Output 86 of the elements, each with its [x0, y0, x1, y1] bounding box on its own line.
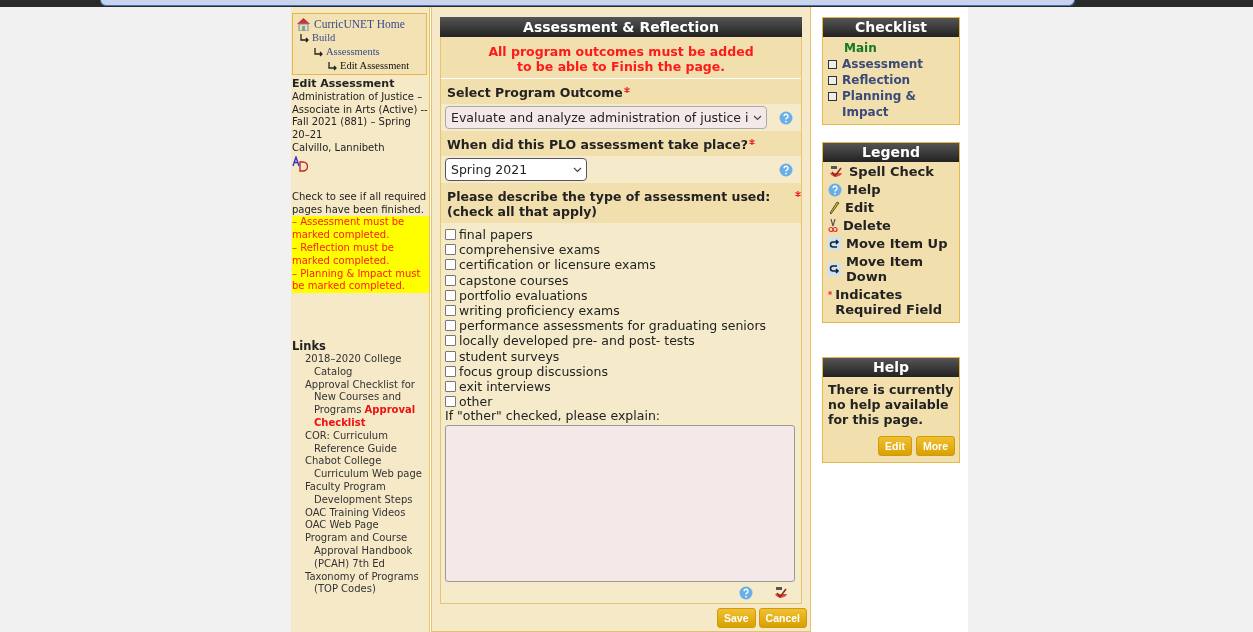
field-label: Select Program Outcome [447, 85, 623, 100]
sidebar-link[interactable]: 2018–2020 College Catalog [291, 352, 429, 379]
sidebar-link[interactable]: Approval Checklist for New Courses and Programs Approval Checklist [291, 378, 429, 430]
program-details: Administration of Justice – Associate in Arts (Active) -- Fall 2021 (881) – Spring 20–21 [291, 90, 429, 142]
legend-text: Indicates Required Field [835, 287, 943, 317]
spell-check-icon [828, 164, 844, 179]
help-icon [779, 110, 793, 125]
dropdown-field[interactable]: Spring 2021 [445, 158, 587, 181]
checkbox[interactable] [445, 380, 456, 392]
help-icon [779, 162, 793, 177]
breadcrumb-link[interactable]: Edit Assessment [340, 59, 410, 73]
checklist-item[interactable]: Planning & Impact [842, 88, 955, 120]
option-label: capstone courses [459, 272, 569, 288]
checkbox[interactable] [445, 289, 456, 301]
sidebar-link[interactable]: Faculty Program Development Steps [291, 480, 429, 507]
card-header: Help [823, 358, 959, 377]
sidebar-link[interactable]: OAC Web Page [291, 519, 429, 533]
legend-text: Edit [845, 200, 874, 215]
panel-header: Assessment & Reflection [440, 17, 802, 37]
legend-text: Move Item Up [846, 236, 948, 251]
checkbox[interactable] [445, 365, 456, 377]
checkbox[interactable] [445, 320, 456, 332]
option-label: performance assessments for graduating seniors [459, 318, 767, 334]
spell-check-icon [773, 586, 789, 601]
sidebar-link[interactable]: Taxonomy of Programs (TOP Codes) [291, 570, 429, 597]
warning-text: – Planning & Impact must be marked completed. [292, 267, 429, 294]
check-note: Check to see if all required pages have been finished. [291, 190, 428, 217]
text-format-icon [292, 155, 308, 172]
field-label: If "other" checked, please explain: [445, 409, 662, 424]
breadcrumb-link[interactable]: Build [312, 31, 336, 45]
links-heading: Links [291, 340, 327, 353]
breadcrumb-link[interactable]: Assessments [326, 45, 380, 59]
field-label: Please describe the type of assessment used: (check all that apply) [447, 189, 772, 219]
dropdown-field[interactable]: Evaluate and analyze administration of justice i [445, 106, 767, 129]
option-label: other [459, 394, 493, 410]
sidebar-link[interactable]: Program and Course Approval Handbook (PCAH) 7th Ed [291, 532, 429, 571]
card-header: Checklist [823, 18, 959, 37]
option-label: writing proficiency exams [459, 303, 620, 319]
scissors-icon [828, 218, 838, 233]
legend-text: Help [847, 182, 881, 197]
chevron-down-icon [752, 114, 762, 121]
corner-arrow-icon [328, 61, 337, 71]
sidebar-link[interactable]: OAC Training Videos [291, 506, 429, 520]
move-up-icon [828, 237, 841, 250]
breadcrumb-link[interactable]: CurricUNET Home [314, 17, 405, 31]
option-label: portfolio evaluations [459, 287, 588, 303]
option-label: focus group discussions [459, 363, 608, 379]
home-icon [296, 17, 311, 31]
checkbox[interactable] [445, 335, 456, 347]
pencil-icon [828, 200, 840, 215]
field-label: When did this PLO assessment take place? [447, 137, 748, 152]
warning-text: – Reflection must be marked completed. [292, 241, 429, 268]
checklist-item[interactable]: Assessment [842, 56, 923, 72]
option-label: comprehensive exams [459, 242, 600, 258]
author-name: Calvillo, Lannibeth [291, 142, 386, 155]
checkbox[interactable] [445, 244, 456, 256]
checkbox[interactable] [445, 274, 456, 286]
sidebar-link[interactable]: Chabot College Curriculum Web page [291, 455, 429, 481]
corner-arrow-icon [314, 47, 323, 57]
option-label: final papers [459, 227, 533, 243]
checklist-item[interactable]: Reflection [842, 72, 911, 88]
option-label: certification or licensure exams [459, 257, 656, 273]
notice-text: All program outcomes must be added to be able to Finish the page. [441, 37, 801, 79]
sidebar-link[interactable]: COR: Curriculum Reference Guide [291, 429, 429, 456]
checkbox[interactable] [445, 259, 456, 271]
legend-text: Spell Check [849, 164, 934, 179]
corner-arrow-icon [300, 33, 309, 43]
warning-text: – Assessment must be marked completed. [292, 216, 429, 242]
option-label: locally developed pre- and post- tests [459, 333, 695, 349]
page-title: Edit Assessment [291, 78, 396, 91]
option-label: exit interviews [459, 378, 551, 394]
card-header: Legend [823, 143, 959, 162]
checkbox[interactable] [445, 229, 456, 241]
chevron-down-icon [573, 166, 582, 173]
legend-text: Move Item Down [846, 254, 925, 284]
checklist-item[interactable]: Main [828, 37, 877, 56]
checkbox[interactable] [445, 350, 456, 362]
checkbox[interactable] [445, 396, 456, 408]
help-icon [739, 586, 753, 601]
help-icon [828, 182, 842, 197]
move-down-icon [828, 262, 841, 276]
option-label: student surveys [459, 348, 560, 364]
help-text: There is currently no help available for this page. [827, 381, 955, 427]
legend-text: Delete [843, 218, 891, 233]
checkbox[interactable] [445, 305, 456, 317]
asterisk-icon [828, 290, 833, 296]
